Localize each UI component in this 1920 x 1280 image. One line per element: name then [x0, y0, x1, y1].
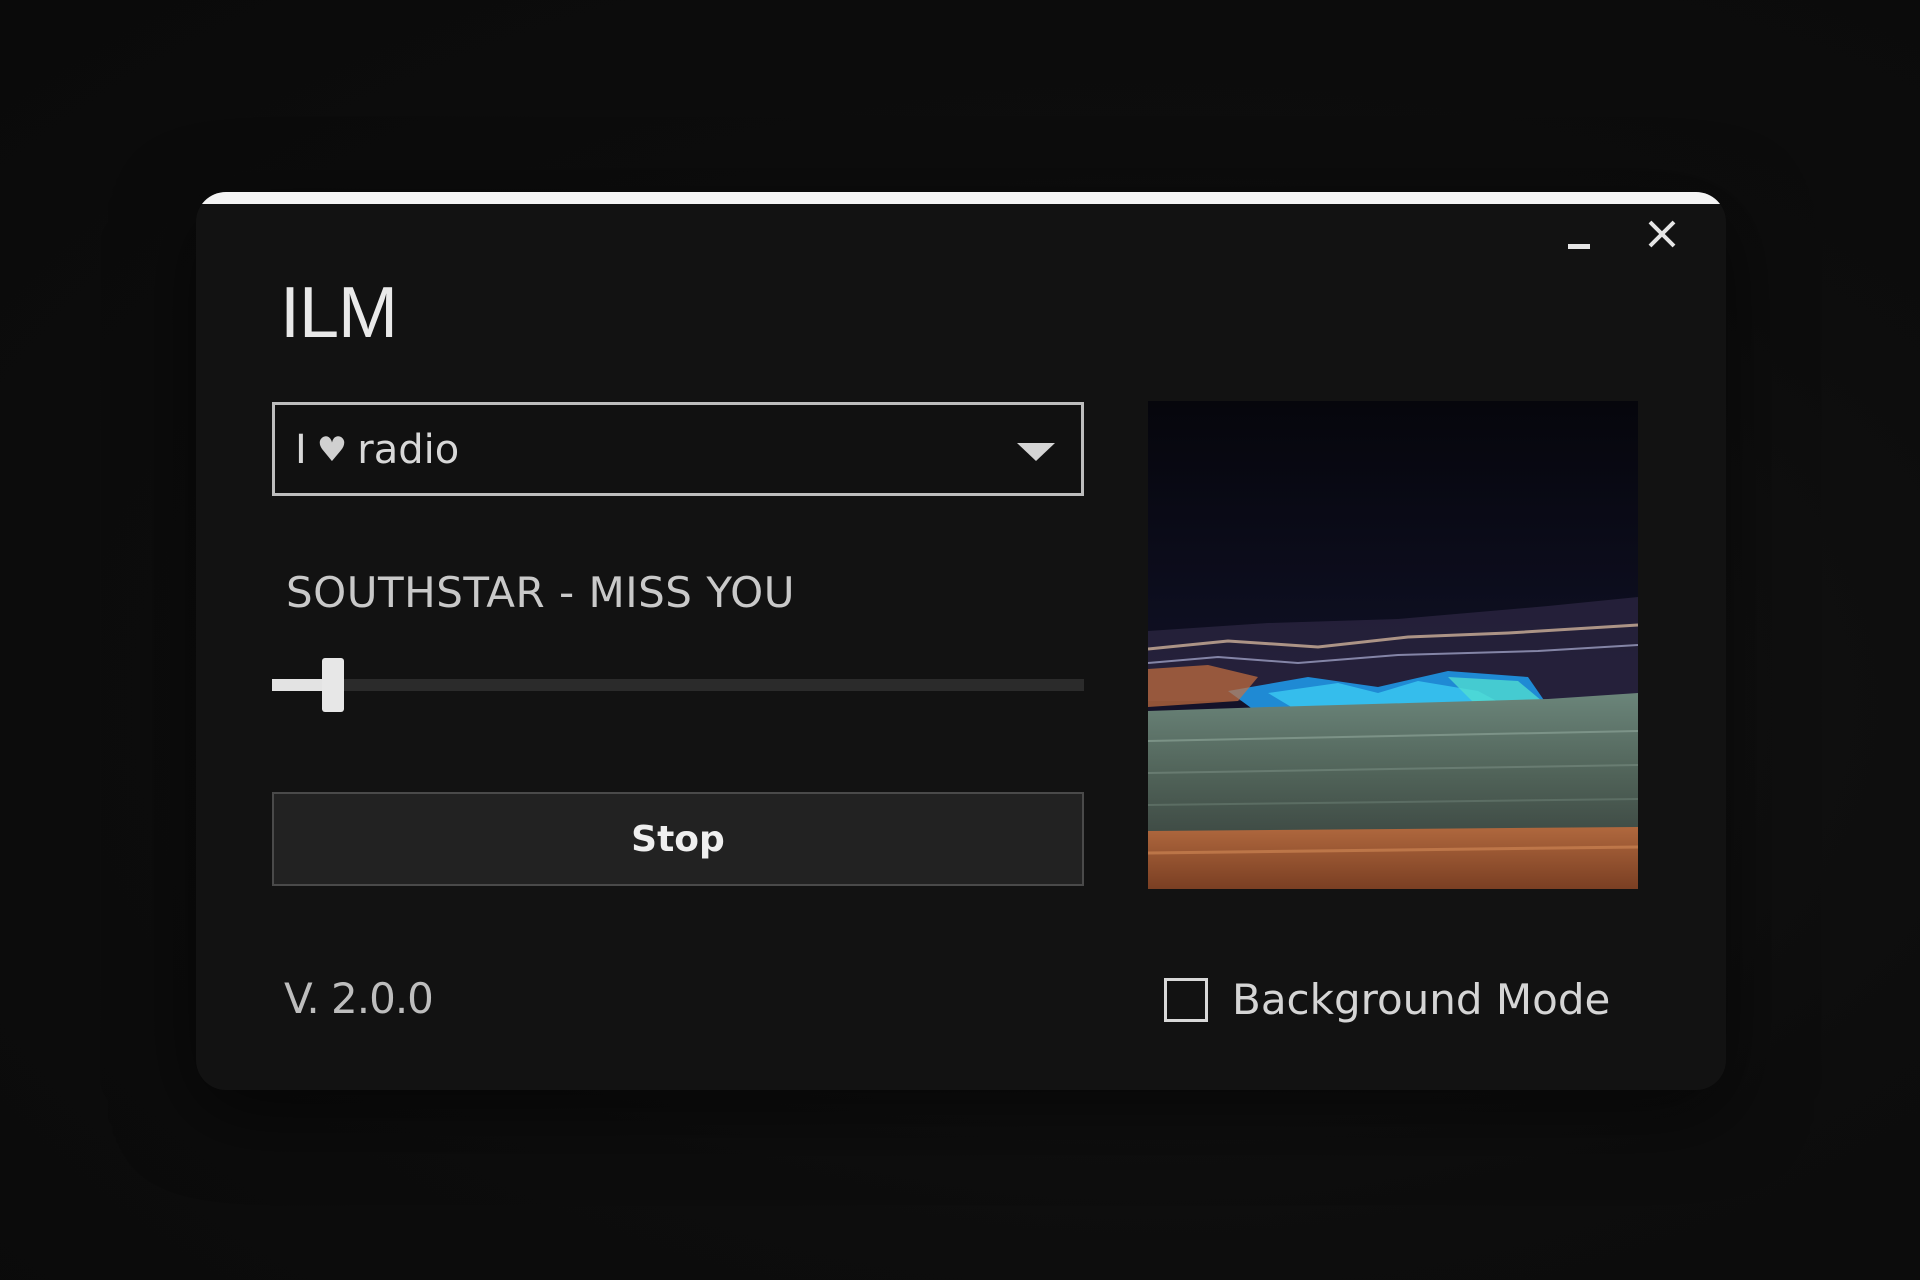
minimize-icon [1568, 244, 1590, 249]
app-window: ILM I ♥ radio SOUTHSTAR - MISS YOU Stop [196, 192, 1726, 1090]
station-selected-value: I ♥ radio [295, 427, 459, 473]
close-icon [1648, 220, 1676, 248]
background-mode-label[interactable]: Background Mode [1232, 975, 1610, 1024]
station-dropdown[interactable]: I ♥ radio [272, 402, 1084, 496]
album-art [1148, 401, 1638, 889]
album-art-image [1148, 401, 1638, 889]
desktop-background: ILM I ♥ radio SOUTHSTAR - MISS YOU Stop [0, 0, 1920, 1280]
stop-button[interactable]: Stop [272, 792, 1084, 886]
slider-track [272, 679, 1084, 691]
station-name: radio [357, 427, 460, 473]
slider-fill [272, 679, 328, 691]
background-mode-checkbox[interactable] [1164, 978, 1208, 1022]
close-button[interactable] [1640, 212, 1684, 256]
window-top-border [196, 192, 1726, 204]
chevron-down-icon [1017, 443, 1055, 461]
station-prefix: I [295, 427, 307, 473]
minimize-button[interactable] [1556, 212, 1600, 256]
slider-thumb[interactable] [322, 658, 344, 712]
version-label: V. 2.0.0 [284, 974, 434, 1023]
heart-icon: ♥ [316, 430, 348, 470]
app-title: ILM [280, 273, 398, 353]
now-playing-track: SOUTHSTAR - MISS YOU [286, 568, 795, 617]
volume-slider[interactable] [272, 658, 1084, 712]
